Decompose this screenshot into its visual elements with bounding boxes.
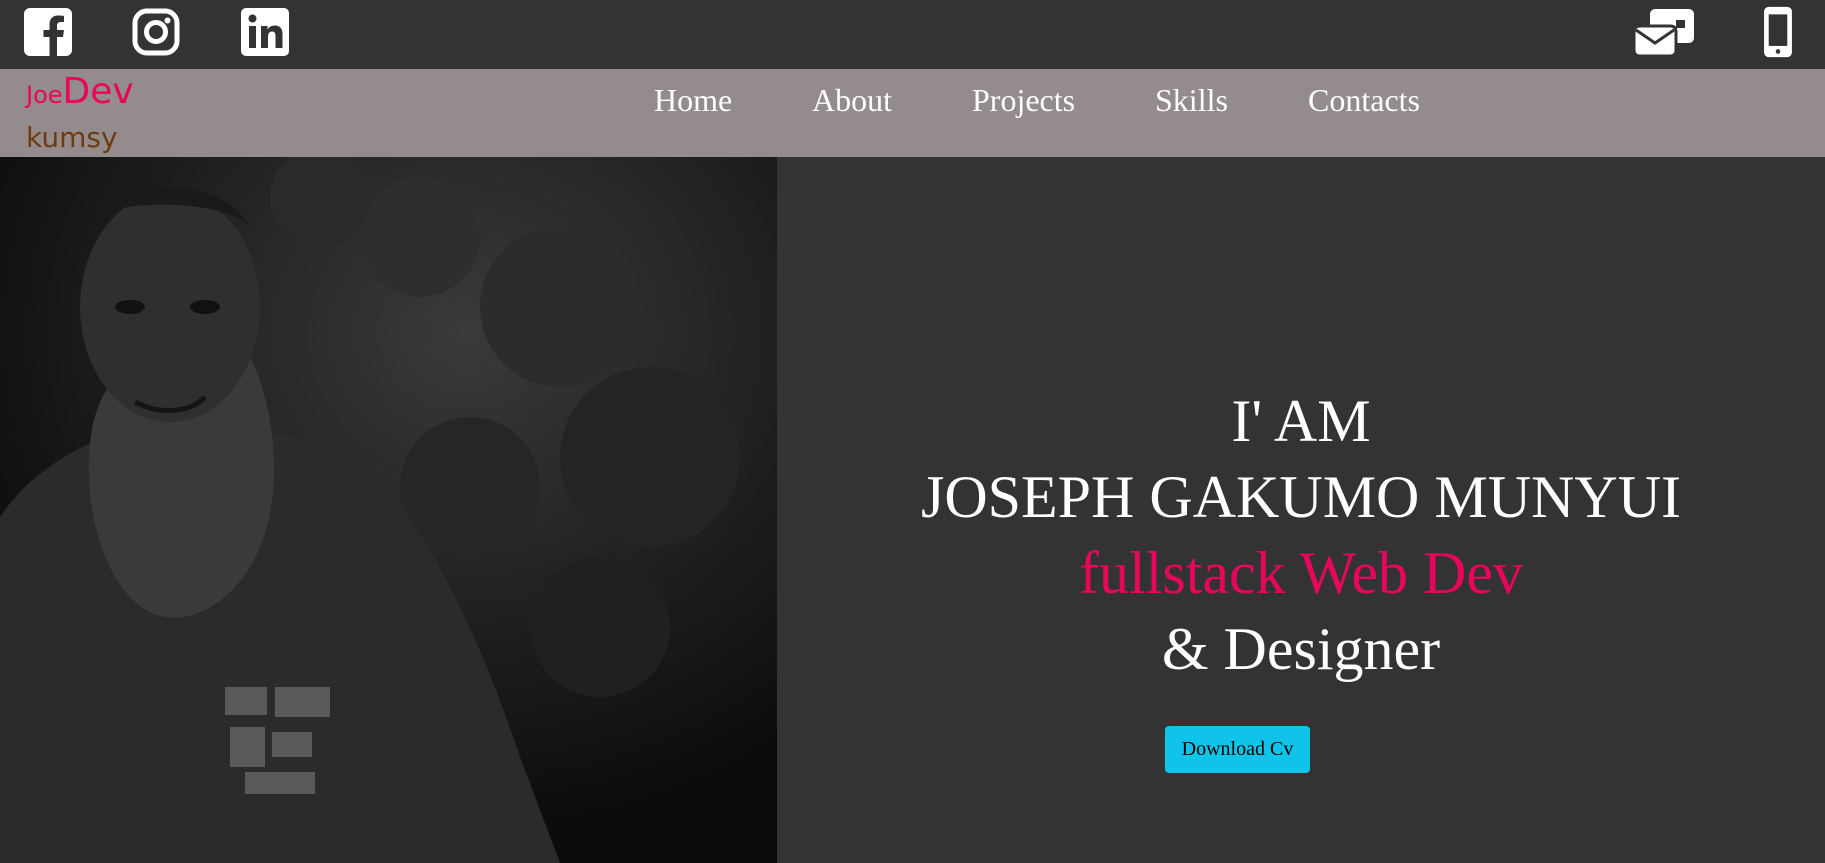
- nav-home[interactable]: Home: [654, 82, 732, 119]
- hero-intro: I' AM: [1231, 388, 1371, 454]
- profile-photo: [0, 157, 777, 863]
- linkedin-icon[interactable]: [239, 6, 291, 58]
- nav-about[interactable]: About: [812, 82, 892, 119]
- top-bar: [0, 0, 1825, 69]
- logo-first: Joe: [26, 81, 63, 109]
- download-cv-button[interactable]: Download Cv: [1165, 726, 1310, 773]
- mail-icon[interactable]: [1632, 6, 1698, 58]
- hero-text: I' AM JOSEPH GAKUMO MUNYUI fullstack Web…: [777, 383, 1825, 687]
- hero-role: fullstack Web Dev: [1079, 540, 1523, 606]
- instagram-icon[interactable]: [130, 6, 182, 58]
- facebook-icon[interactable]: [22, 6, 74, 58]
- nav-projects[interactable]: Projects: [972, 82, 1075, 119]
- logo-subtitle: kumsy: [26, 121, 118, 154]
- hero-name: JOSEPH GAKUMO MUNYUI: [920, 464, 1682, 530]
- phone-icon[interactable]: [1759, 6, 1797, 58]
- logo-second: Dev: [62, 71, 134, 112]
- nav-skills[interactable]: Skills: [1155, 82, 1228, 119]
- nav-contacts[interactable]: Contacts: [1308, 82, 1420, 119]
- hero-role-suffix: & Designer: [1161, 616, 1441, 682]
- logo[interactable]: JoeDev kumsy: [26, 71, 134, 152]
- navbar: [0, 69, 1825, 157]
